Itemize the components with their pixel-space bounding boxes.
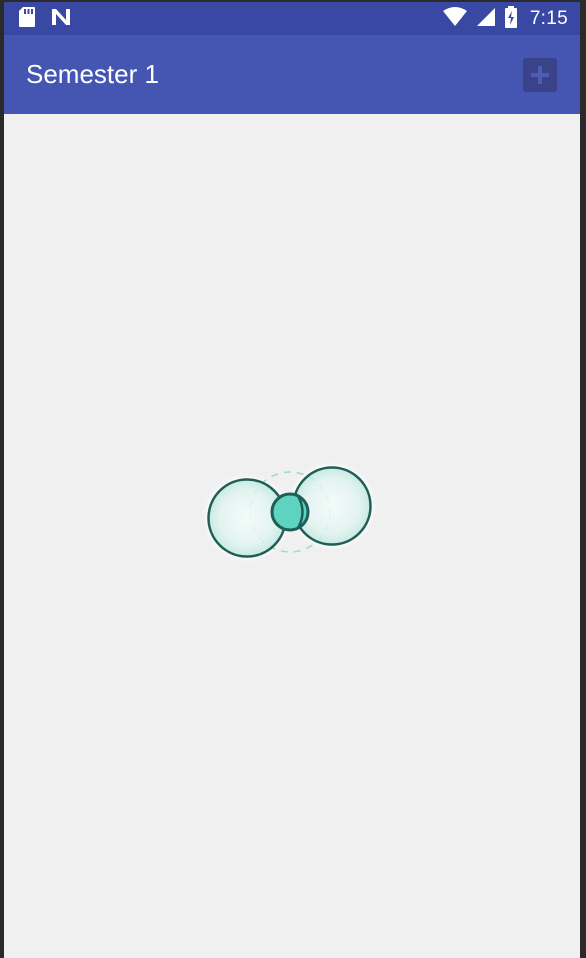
sd-card-icon: [18, 6, 36, 33]
screen: 7:15 Semester 1: [4, 2, 580, 958]
status-bar-left: [18, 6, 72, 33]
add-button[interactable]: [523, 58, 557, 92]
plus-icon: [523, 58, 557, 92]
n-notification-icon: [50, 7, 72, 32]
device-frame: 7:15 Semester 1: [0, 0, 586, 958]
page-title: Semester 1: [26, 59, 159, 89]
status-bar: 7:15: [4, 2, 580, 35]
status-bar-right: 7:15: [442, 5, 568, 33]
app-bar: Semester 1: [4, 35, 580, 114]
cell-signal-icon: [476, 7, 496, 32]
wifi-icon: [442, 6, 468, 32]
content-area: [4, 114, 580, 958]
status-time: 7:15: [529, 8, 568, 29]
battery-charging-icon: [504, 5, 518, 33]
loading-spinner-icon: [203, 462, 379, 567]
